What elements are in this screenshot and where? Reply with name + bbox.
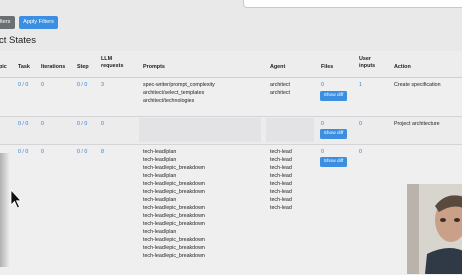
show-diff-button[interactable]: Show diff: [320, 129, 347, 139]
col-action: Action: [394, 64, 411, 70]
step-value[interactable]: 0 / 0: [77, 148, 87, 156]
show-diff-button[interactable]: Show diff: [320, 157, 347, 167]
prompts-list: spec-writer/prompt_complexity architect/…: [143, 81, 215, 105]
prompt-item: architect/select_templates: [143, 90, 205, 96]
agent-item: tech-lead: [270, 181, 292, 187]
prompt-item: tech-lead/plan: [143, 173, 177, 179]
task-value[interactable]: 0 / 0: [18, 81, 28, 89]
iterations-value[interactable]: 0: [41, 148, 44, 156]
prompt-item: tech-lead/epic_breakdown: [143, 213, 205, 219]
llm-requests-value[interactable]: 3: [101, 81, 104, 89]
step-value[interactable]: 0 / 0: [77, 120, 87, 128]
prompt-item: tech-lead/plan: [143, 157, 177, 163]
agent-item: tech-lead: [270, 165, 292, 171]
prompt-item: tech-lead/epic_breakdown: [143, 245, 205, 251]
iterations-value[interactable]: 0: [41, 120, 44, 128]
prompt-item: tech-lead/epic_breakdown: [143, 221, 205, 227]
col-files: Files: [321, 64, 334, 70]
col-user-inputs: User inputs: [359, 56, 376, 69]
files-value[interactable]: 0: [321, 81, 324, 89]
files-value[interactable]: 0: [321, 148, 324, 156]
agent-cell: [266, 118, 314, 142]
prompt-item: tech-lead/plan: [143, 197, 177, 203]
prompt-item: tech-lead/plan: [143, 149, 177, 155]
col-llm-requests: LLM requests: [101, 56, 124, 69]
llm-requests-value[interactable]: 8: [101, 148, 104, 156]
prompts-cell: [139, 118, 261, 142]
prompt-item: tech-lead/epic_breakdown: [143, 253, 205, 259]
action-value: Create specification: [394, 82, 441, 88]
action-value: Project architecture: [394, 121, 440, 127]
prompt-item: architect/technologies: [143, 98, 195, 104]
search-input[interactable]: [243, 0, 462, 8]
webcam-overlay: [407, 184, 462, 274]
page-title: ct States: [0, 35, 36, 46]
table-row: 0 / 0 0 0 / 0 0 0 Show diff 0 Project ar…: [0, 117, 462, 145]
top-bar: [0, 0, 462, 14]
col-step: Step: [77, 64, 89, 70]
mouse-cursor-icon: [10, 189, 22, 209]
table-row: 0 / 0 0 0 / 0 8 tech-lead/plan tech-lead…: [0, 145, 462, 275]
prompt-item: tech-lead/plan: [143, 229, 177, 235]
edge-shadow: [0, 153, 10, 267]
agent-item: tech-lead: [270, 205, 292, 211]
step-value[interactable]: 0 / 0: [77, 81, 87, 89]
iterations-value[interactable]: 0: [41, 81, 44, 89]
apply-filters-button[interactable]: Apply Filters: [19, 16, 58, 29]
user-inputs-value[interactable]: 0: [359, 148, 362, 156]
task-value[interactable]: 0 / 0: [18, 120, 28, 128]
prompt-item: tech-lead/epic_breakdown: [143, 189, 205, 195]
show-diff-button[interactable]: Show diff: [320, 91, 347, 101]
task-value[interactable]: 0 / 0: [18, 148, 28, 156]
agent-item: architect: [270, 82, 291, 88]
col-task: Task: [18, 64, 30, 70]
user-inputs-value[interactable]: 0: [359, 120, 362, 128]
agent-item: tech-lead: [270, 157, 292, 163]
agent-item: tech-lead: [270, 189, 292, 195]
user-inputs-value[interactable]: 1: [359, 81, 362, 89]
clear-filters-label: ilters: [0, 19, 11, 25]
prompt-item: spec-writer/prompt_complexity: [143, 82, 215, 88]
agent-item: architect: [270, 90, 291, 96]
prompt-item: tech-lead/epic_breakdown: [143, 165, 205, 171]
agent-item: tech-lead: [270, 173, 292, 179]
agents-list: architect architect: [270, 81, 290, 97]
col-agent: Agent: [270, 64, 286, 70]
prompts-list: tech-lead/plan tech-lead/plan tech-lead/…: [143, 148, 205, 260]
presenter-video: [407, 184, 462, 274]
col-prompts: Prompts: [143, 64, 165, 70]
clear-filters-button[interactable]: ilters: [0, 16, 15, 29]
agent-item: tech-lead: [270, 197, 292, 203]
prompt-item: tech-lead/epic_breakdown: [143, 237, 205, 243]
prompt-item: tech-lead/epic_breakdown: [143, 181, 205, 187]
agents-list: tech-lead tech-lead tech-lead tech-lead …: [270, 148, 292, 212]
table-header: pic Task Iterations Step LLM requests Pr…: [0, 51, 462, 78]
files-value[interactable]: 0: [321, 120, 324, 128]
prompt-item: tech-lead/epic_breakdown: [143, 205, 205, 211]
llm-requests-value[interactable]: 0: [101, 120, 104, 128]
col-iterations: Iterations: [41, 64, 66, 70]
col-epic: pic: [0, 64, 7, 70]
table-row: 0 / 0 0 0 / 0 3 spec-writer/prompt_compl…: [0, 78, 462, 117]
agent-item: tech-lead: [270, 149, 292, 155]
